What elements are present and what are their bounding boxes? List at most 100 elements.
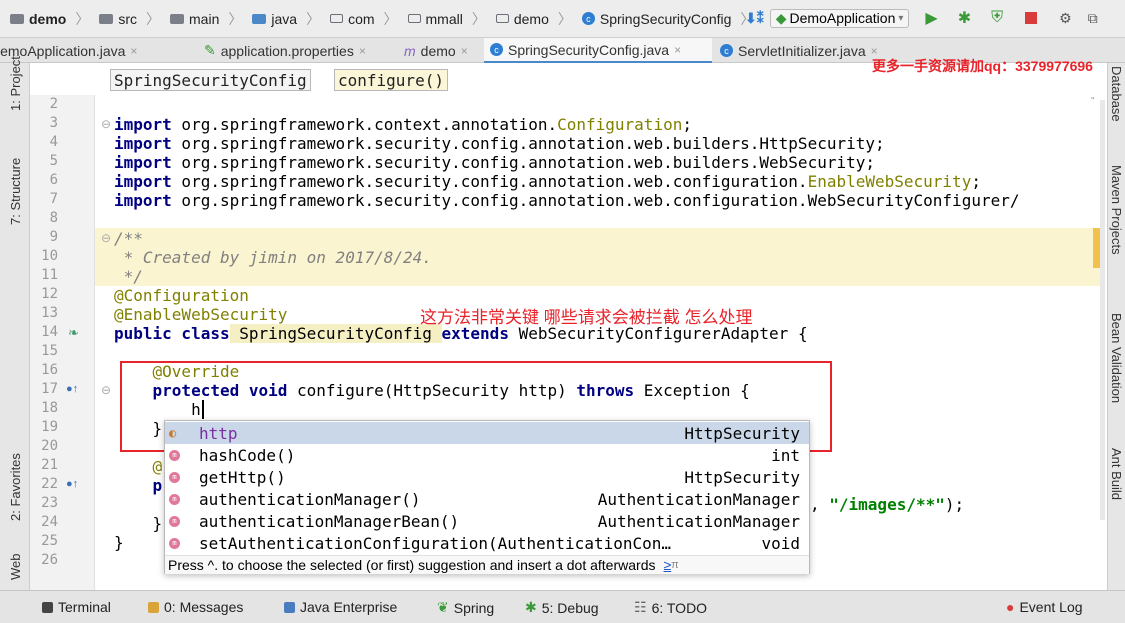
maven-tool-tab[interactable]: Maven Projects <box>1109 165 1124 255</box>
fold-icon[interactable]: ⊖ <box>101 117 111 131</box>
code-completion-popup: ◐ http HttpSecurity m hashCode() int m getHtt… <box>164 420 810 574</box>
todo-icon: ☷ <box>634 599 647 615</box>
vertical-scrollbar[interactable] <box>1100 100 1105 520</box>
terminal-tab[interactable]: Terminal <box>42 599 111 615</box>
folder-icon <box>170 13 185 24</box>
editor-crumb-class[interactable]: SpringSecurityConfig <box>110 69 311 91</box>
line-number: 4 <box>49 134 58 150</box>
code-line: */ <box>114 267 143 286</box>
method-icon: m <box>169 449 180 461</box>
debug-tab[interactable]: ✱ 5: Debug <box>525 599 599 616</box>
tool-window-bar: Terminal 0: Messages Java Enterprise ❦ Sp… <box>0 590 1125 623</box>
project-tool-tab[interactable]: 1: Project <box>8 56 23 111</box>
tab-application-properties[interactable]: ✎ application.properties × <box>198 38 396 63</box>
code-line: import org.springframework.security.conf… <box>114 172 981 191</box>
package-icon <box>330 14 344 23</box>
completion-item[interactable]: m getHttp() HttpSecurity <box>165 466 809 488</box>
spring-tab[interactable]: ❦ Spring <box>437 599 494 616</box>
java-enterprise-tab[interactable]: Java Enterprise <box>284 599 397 615</box>
line-number: 26 <box>41 552 58 568</box>
coverage-icon[interactable]: ⛨ <box>991 9 1003 27</box>
tab-springsecurityconfig[interactable]: c SpringSecurityConfig.java × <box>484 38 712 63</box>
stop-icon[interactable] <box>1025 12 1038 24</box>
breadcrumb-src[interactable]: src 〉 <box>99 9 170 29</box>
run-toolbar: ⬇⁑ ◆ DemoApplication ▾ ▶ ✱ ⛨ ⚙ ⧉ <box>745 8 1098 28</box>
line-number: 12 <box>41 286 58 302</box>
messages-tab[interactable]: 0: Messages <box>148 599 243 615</box>
close-icon[interactable]: × <box>359 44 366 58</box>
fold-icon[interactable]: ⊖ <box>101 383 111 397</box>
package-icon <box>407 14 421 23</box>
hint-pi: π <box>671 559 679 571</box>
editor-crumb-method[interactable]: configure() <box>334 69 448 91</box>
favorites-tool-tab[interactable]: 2: Favorites <box>8 453 23 521</box>
properties-icon: ✎ <box>204 42 216 58</box>
tab-demoapplication[interactable]: DemoApplication.java × <box>0 38 195 63</box>
spring-icon: ◆ <box>775 9 787 26</box>
line-number: 25 <box>41 533 58 549</box>
module-icon: m <box>404 42 416 59</box>
debug-icon: ✱ <box>525 599 537 615</box>
completion-item[interactable]: m setAuthenticationConfiguration(Authenti… <box>165 532 809 554</box>
todo-tab[interactable]: ☷ 6: TODO <box>634 599 707 616</box>
code-line: } <box>114 533 124 552</box>
line-number: 6 <box>49 172 58 188</box>
ant-build-tool-tab[interactable]: Ant Build <box>1109 448 1124 500</box>
code-line: } <box>114 514 163 533</box>
line-number: 17 <box>41 381 58 397</box>
web-tool-tab[interactable]: Web <box>8 554 23 581</box>
close-icon[interactable]: × <box>674 43 681 57</box>
line-number: 11 <box>41 267 58 283</box>
method-icon: m <box>169 471 180 483</box>
variable-icon: ◐ <box>169 426 177 440</box>
class-icon: c <box>581 12 595 25</box>
structure-tool-tab[interactable]: 7: Structure <box>8 158 23 225</box>
event-log-tab[interactable]: ● Event Log <box>1006 599 1083 615</box>
spring-icon: ❦ <box>437 599 449 615</box>
code-line: import org.springframework.security.conf… <box>114 134 885 153</box>
fold-icon[interactable]: ⊖ <box>101 231 111 245</box>
override-icon[interactable]: ●↑ <box>66 383 78 395</box>
debug-icon[interactable]: ✱ <box>958 8 971 28</box>
breadcrumb-main[interactable]: main 〉 <box>170 9 252 29</box>
completion-item[interactable]: m authenticationManagerBean() Authenticati… <box>165 510 809 532</box>
line-number: 9 <box>49 229 58 245</box>
chinese-annotation: 这方法非常关键 哪些请求会被拦截 怎么处理 <box>420 308 753 327</box>
messages-icon <box>148 601 159 613</box>
completion-item[interactable]: m authenticationManager() AuthenticationMa… <box>165 488 809 510</box>
breadcrumb-java[interactable]: java 〉 <box>252 9 330 29</box>
line-number: 22 <box>41 476 58 492</box>
hint-link[interactable]: ≥ <box>663 557 671 573</box>
line-number: 14 <box>41 324 58 340</box>
run-icon[interactable]: ▶ <box>925 8 937 28</box>
bean-validation-tool-tab[interactable]: Bean Validation <box>1109 313 1124 403</box>
code-line: /** <box>114 229 143 248</box>
line-number: 23 <box>41 495 58 511</box>
code-line: * Created by jimin on 2017/8/24. <box>114 248 432 267</box>
window-icon[interactable]: ⧉ <box>1088 10 1098 27</box>
override-icon[interactable]: ●↑ <box>66 478 78 490</box>
breadcrumb-class[interactable]: c SpringSecurityConfig 〉 <box>581 9 765 29</box>
line-number: 13 <box>41 305 58 321</box>
line-number: 15 <box>41 343 58 359</box>
folder-icon <box>252 13 267 24</box>
breadcrumb-demo[interactable]: demo 〉 <box>10 9 99 29</box>
chevron-down-icon: ▾ <box>898 12 904 24</box>
breadcrumb-mmall[interactable]: mmall 〉 <box>407 9 496 29</box>
settings-icon[interactable]: ⚙ <box>1059 10 1072 27</box>
method-icon: m <box>169 493 180 505</box>
breadcrumb-demo-package[interactable]: demo 〉 <box>495 9 582 29</box>
terminal-icon <box>42 601 53 613</box>
spring-bean-icon[interactable]: ❧ <box>68 325 79 341</box>
completion-hint: Press ^. to choose the selected (or firs… <box>165 555 809 574</box>
completion-item[interactable]: ◐ http HttpSecurity <box>165 422 809 444</box>
tab-demo[interactable]: m demo × <box>398 38 482 63</box>
database-tool-tab[interactable]: Database <box>1109 66 1124 122</box>
run-config-select[interactable]: ◆ DemoApplication ▾ <box>769 8 910 28</box>
completion-item[interactable]: m hashCode() int <box>165 444 809 466</box>
breadcrumb-com[interactable]: com 〉 <box>330 9 407 29</box>
line-number: 10 <box>41 248 58 264</box>
close-icon[interactable]: × <box>461 44 468 58</box>
close-icon[interactable]: × <box>130 44 137 58</box>
build-icon[interactable]: ⬇⁑ <box>745 10 764 27</box>
